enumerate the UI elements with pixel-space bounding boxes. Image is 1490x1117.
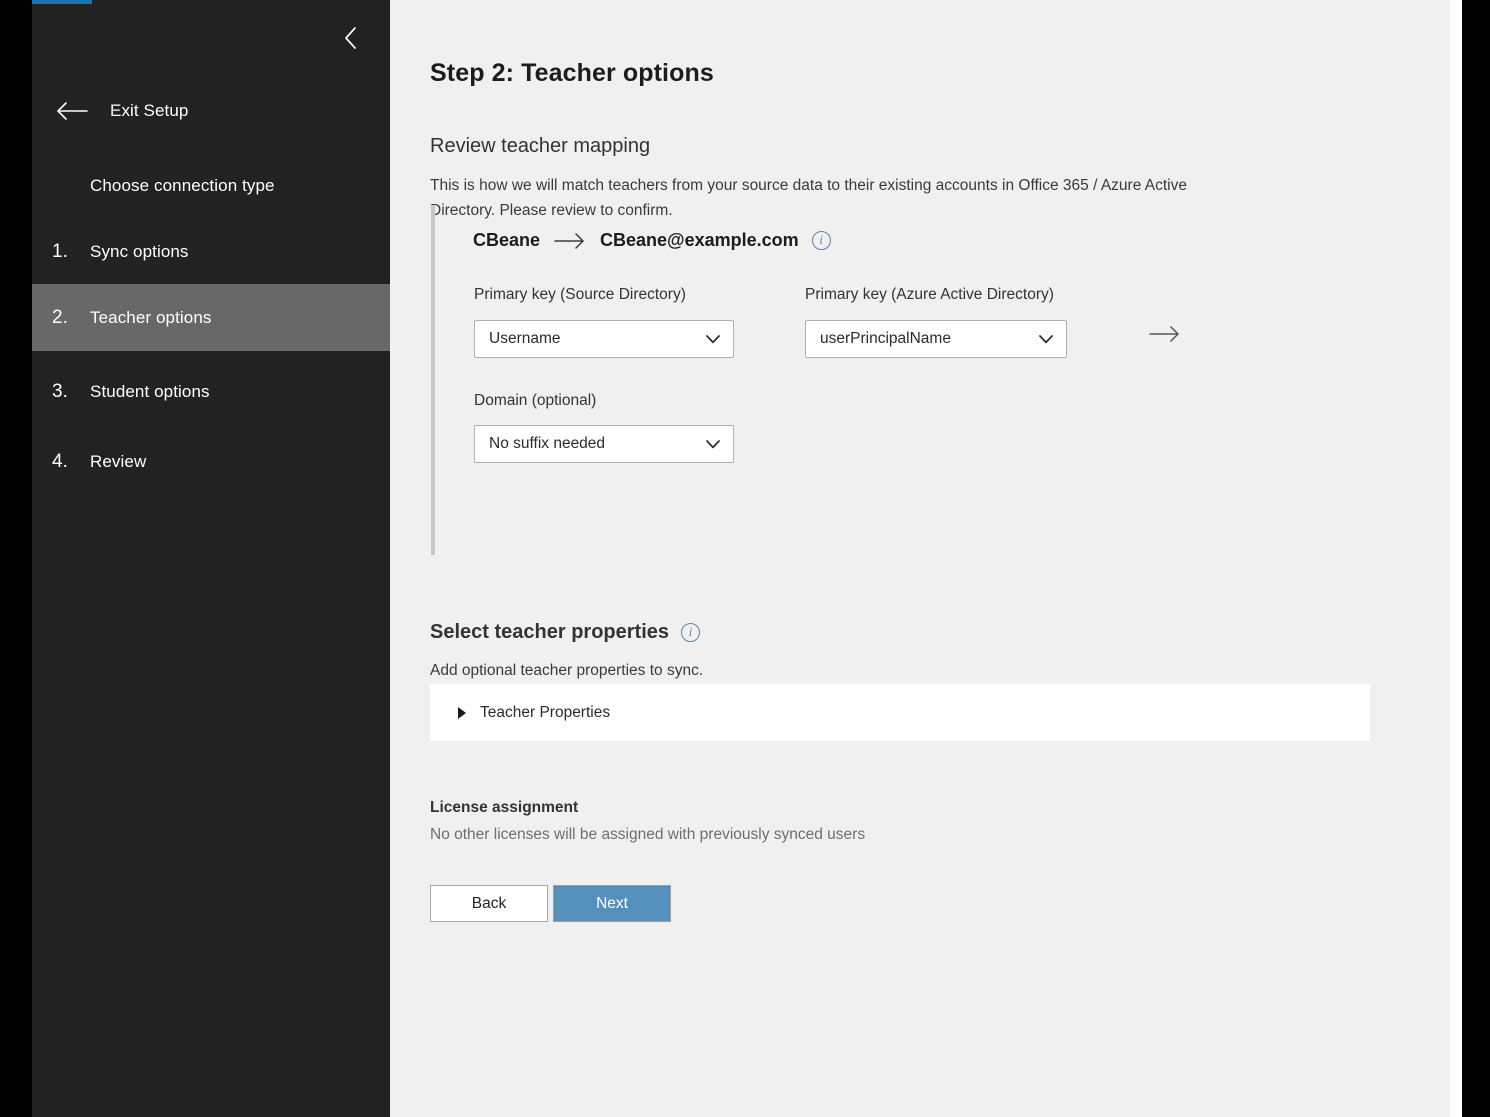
mapping-group-rail (431, 205, 435, 555)
teacher-mapping-identity: CBeane CBeane@example.com i (473, 230, 831, 251)
chevron-down-icon (705, 334, 721, 345)
arrow-left-icon (52, 101, 92, 121)
content-right-edge (1450, 0, 1462, 1117)
target-key-dropdown[interactable]: userPrincipalName (805, 320, 1067, 358)
teacher-properties-heading-row: Select teacher properties i (430, 621, 700, 644)
teacher-properties-heading: Select teacher properties (430, 620, 669, 643)
sidebar-item-sync-options[interactable]: 1. Sync options (32, 218, 390, 285)
chevron-left-icon (341, 24, 359, 52)
source-key-label: Primary key (Source Directory) (474, 286, 686, 303)
info-icon[interactable]: i (811, 231, 831, 250)
triangle-right-icon (457, 706, 467, 720)
license-assignment-description: No other licenses will be assigned with … (430, 825, 866, 843)
sidebar-item-label: Choose connection type (90, 175, 275, 195)
sidebar-item-exit-setup[interactable]: Exit Setup (32, 85, 390, 137)
domain-dropdown[interactable]: No suffix needed (474, 425, 734, 463)
setup-sidebar: Exit Setup Choose connection type 1. Syn… (32, 0, 390, 1117)
review-mapping-description: This is how we will match teachers from … (430, 176, 1187, 219)
sidebar-item-label: Review (90, 451, 147, 471)
sidebar-item-number: 3. (52, 380, 68, 402)
arrow-right-icon (553, 232, 587, 250)
sidebar-item-number: 1. (52, 240, 68, 262)
domain-value: No suffix needed (489, 435, 606, 452)
source-key-value: Username (489, 330, 561, 347)
teacher-properties-accordion[interactable]: Teacher Properties (430, 684, 1370, 741)
domain-label: Domain (optional) (474, 392, 597, 409)
exit-setup-label: Exit Setup (110, 101, 189, 120)
sidebar-item-teacher-options[interactable]: 2. Teacher options (32, 284, 390, 351)
back-button[interactable]: Back (430, 885, 548, 922)
source-key-dropdown[interactable]: Username (474, 320, 734, 358)
chevron-down-icon (1038, 334, 1054, 345)
target-key-label: Primary key (Azure Active Directory) (805, 286, 1054, 303)
sidebar-item-number: 2. (52, 306, 68, 328)
license-assignment-heading: License assignment (430, 798, 579, 816)
mapping-target-value: CBeane@example.com (600, 230, 799, 250)
window-accent-line (32, 0, 92, 4)
info-icon[interactable]: i (681, 622, 700, 642)
mapping-source-value: CBeane (473, 230, 541, 250)
next-button[interactable]: Next (553, 885, 671, 922)
target-key-value: userPrincipalName (820, 330, 951, 347)
chevron-down-icon (705, 439, 721, 450)
teacher-properties-accordion-label: Teacher Properties (480, 703, 611, 721)
review-mapping-heading: Review teacher mapping (430, 134, 651, 157)
sidebar-collapse-button[interactable] (328, 16, 372, 60)
teacher-properties-description: Add optional teacher properties to sync. (430, 661, 704, 679)
setup-content-pane: Step 2: Teacher options Review teacher m… (390, 0, 1450, 1117)
app-window: Exit Setup Choose connection type 1. Syn… (0, 0, 1490, 1117)
sidebar-item-label: Student options (90, 381, 210, 401)
sidebar-item-review[interactable]: 4. Review (32, 428, 390, 495)
sidebar-item-label: Sync options (90, 241, 189, 261)
sidebar-item-choose-connection-type[interactable]: Choose connection type (32, 152, 390, 219)
sidebar-item-number: 4. (52, 450, 68, 472)
sidebar-item-student-options[interactable]: 3. Student options (32, 358, 390, 425)
mapping-direction-arrow-icon (1148, 325, 1182, 348)
page-title: Step 2: Teacher options (430, 58, 714, 87)
sidebar-item-label: Teacher options (90, 307, 212, 327)
